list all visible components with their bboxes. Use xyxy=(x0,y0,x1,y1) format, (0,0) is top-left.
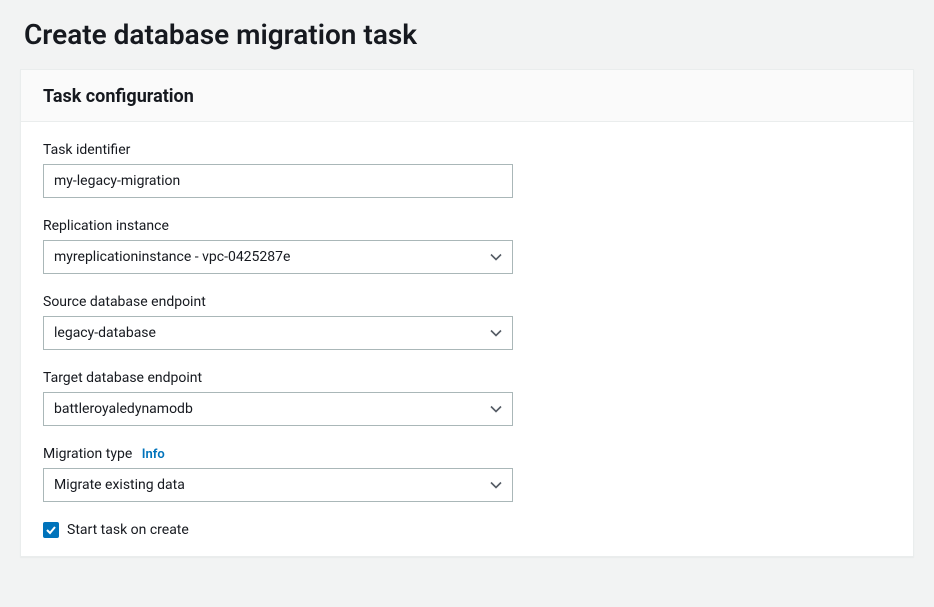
replication-instance-value: myreplicationinstance - vpc-0425287e xyxy=(54,249,290,265)
label-task-identifier: Task identifier xyxy=(43,142,891,158)
field-start-on-create: Start task on create xyxy=(43,522,891,538)
task-identifier-input[interactable]: my-legacy-migration xyxy=(43,164,513,198)
label-migration-type-text: Migration type xyxy=(43,446,132,462)
panel-heading: Task configuration xyxy=(43,86,891,107)
label-replication-instance: Replication instance xyxy=(43,218,891,234)
field-migration-type: Migration type Info Migrate existing dat… xyxy=(43,446,891,502)
migration-type-select[interactable]: Migrate existing data xyxy=(43,468,513,502)
migration-type-value: Migrate existing data xyxy=(54,477,185,493)
field-task-identifier: Task identifier my-legacy-migration xyxy=(43,142,891,198)
source-endpoint-value: legacy-database xyxy=(54,325,156,341)
page-container: Create database migration task Task conf… xyxy=(0,0,934,575)
source-endpoint-select[interactable]: legacy-database xyxy=(43,316,513,350)
panel-body: Task identifier my-legacy-migration Repl… xyxy=(21,122,913,556)
caret-down-icon xyxy=(490,327,502,339)
panel-header: Task configuration xyxy=(21,70,913,122)
caret-down-icon xyxy=(490,479,502,491)
start-on-create-checkbox[interactable] xyxy=(43,522,59,538)
check-icon xyxy=(45,524,57,536)
migration-type-info-link[interactable]: Info xyxy=(142,447,165,462)
start-on-create-label[interactable]: Start task on create xyxy=(67,522,189,538)
caret-down-icon xyxy=(490,403,502,415)
field-target-endpoint: Target database endpoint battleroyaledyn… xyxy=(43,370,891,426)
target-endpoint-value: battleroyaledynamodb xyxy=(54,401,193,417)
field-source-endpoint: Source database endpoint legacy-database xyxy=(43,294,891,350)
page-title: Create database migration task xyxy=(20,18,914,51)
task-configuration-panel: Task configuration Task identifier my-le… xyxy=(20,69,914,557)
caret-down-icon xyxy=(490,251,502,263)
label-source-endpoint: Source database endpoint xyxy=(43,294,891,310)
field-replication-instance: Replication instance myreplicationinstan… xyxy=(43,218,891,274)
target-endpoint-select[interactable]: battleroyaledynamodb xyxy=(43,392,513,426)
label-migration-type: Migration type Info xyxy=(43,446,891,462)
replication-instance-select[interactable]: myreplicationinstance - vpc-0425287e xyxy=(43,240,513,274)
task-identifier-value: my-legacy-migration xyxy=(54,173,180,189)
label-target-endpoint: Target database endpoint xyxy=(43,370,891,386)
